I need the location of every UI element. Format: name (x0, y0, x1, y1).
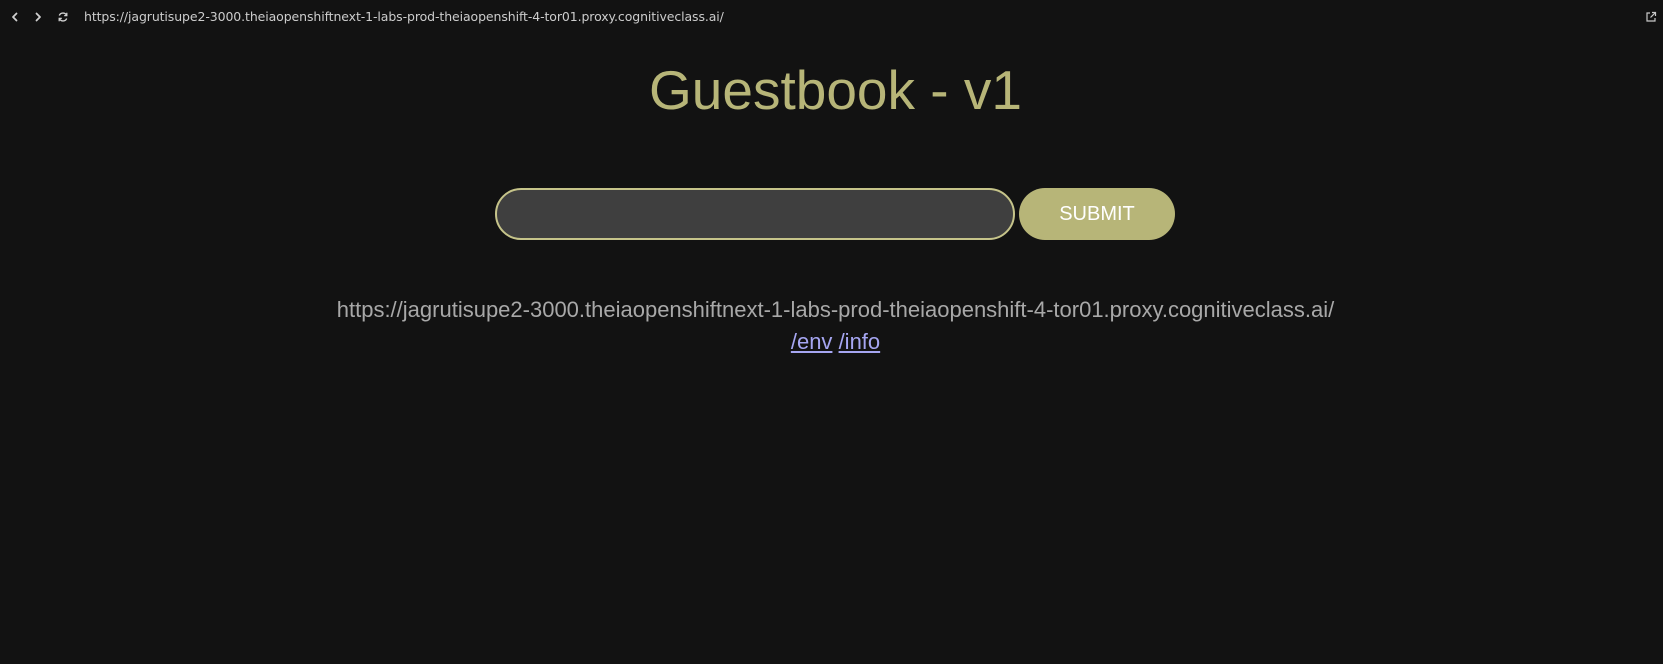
env-link[interactable]: /env (791, 329, 833, 354)
guestbook-entry-input[interactable] (495, 188, 1015, 240)
guestbook-form: SUBMIT (495, 188, 1175, 240)
info-links: /env /info (0, 328, 1663, 356)
host-url-text: https://jagrutisupe2-3000.theiaopenshift… (336, 297, 1335, 322)
page-title: Guestbook - v1 (649, 59, 1022, 121)
submit-button[interactable]: SUBMIT (1019, 188, 1175, 240)
info-link[interactable]: /info (839, 329, 881, 354)
guestbook-page: Guestbook - v1 SUBMIT https://jagrutisup… (0, 0, 1663, 664)
